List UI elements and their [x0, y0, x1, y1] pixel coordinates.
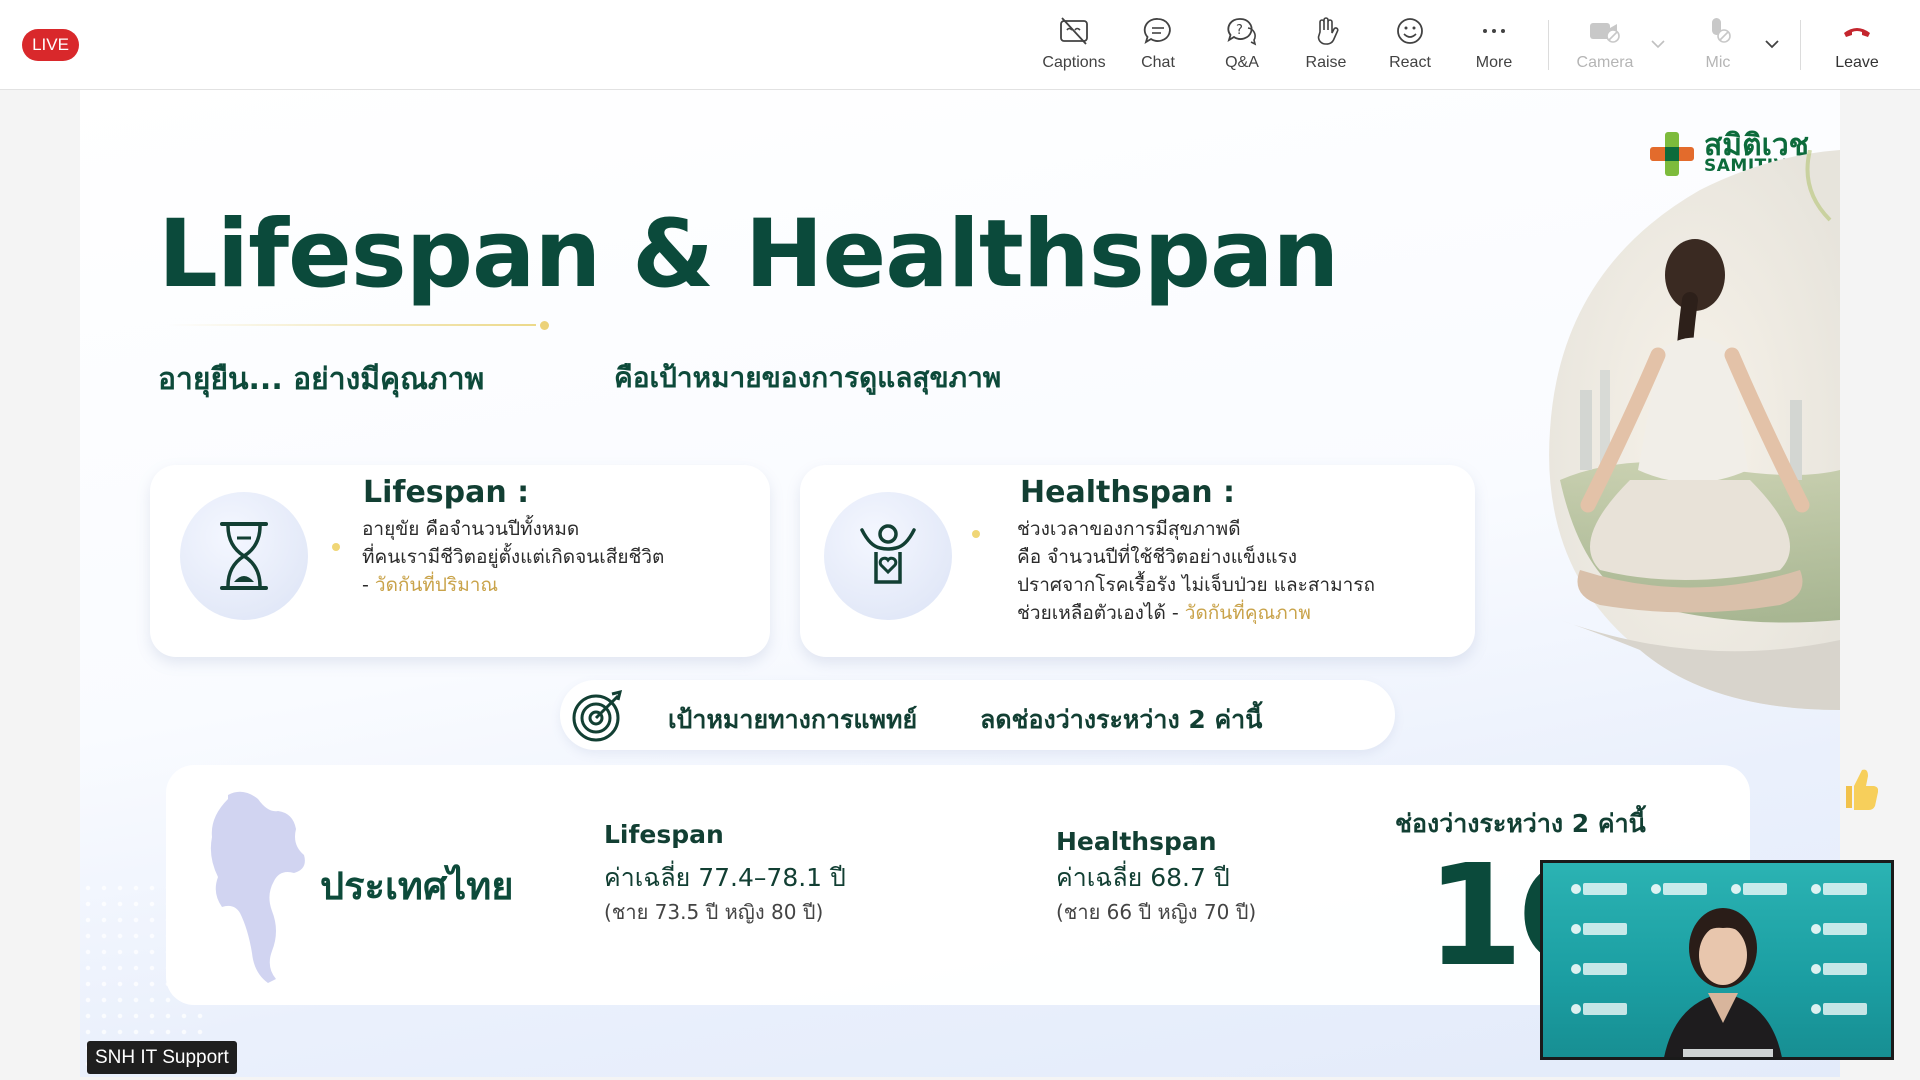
person-heart-icon [860, 524, 916, 584]
healthspan-card-dot [972, 530, 980, 538]
camera-label: Camera [1576, 54, 1634, 71]
lifespan-card-dot [332, 543, 340, 551]
lifespan-line-3: - วัดกันที่ปริมาณ [362, 571, 664, 599]
leave-label: Leave [1835, 54, 1879, 71]
captions-label: Captions [1042, 54, 1106, 71]
mic-button[interactable]: Mic [1676, 12, 1760, 82]
subtitle-right: คือเป้าหมายของการดูแลสุขภาพ [614, 361, 1002, 394]
subtitle-left: อายุยืน... อย่างมีคุณภาพ [158, 362, 485, 397]
slide-title: Lifespan & Healthspan [158, 200, 1339, 309]
thumbs-up-icon [1846, 769, 1878, 810]
raise-hand-icon [1317, 17, 1339, 45]
healthspan-line-4-prefix: ช่วยเหลือตัวเองได้ - [1017, 602, 1185, 624]
lifespan-icon-circle [180, 492, 308, 620]
leave-button[interactable]: Leave [1814, 12, 1900, 82]
more-label: More [1475, 54, 1513, 71]
healthspan-line-1: ช่วงเวลาของการมีสุขภาพดี [1017, 518, 1241, 540]
live-badge: LIVE [22, 29, 79, 61]
more-button[interactable]: More [1452, 12, 1536, 82]
meditating-woman-image [1549, 150, 1840, 710]
qa-label: Q&A [1225, 54, 1259, 71]
react-label: React [1389, 54, 1431, 71]
thai-healthspan-average: ค่าเฉลี่ย 68.7 ปี [1056, 863, 1230, 892]
chat-label: Chat [1141, 54, 1175, 71]
raise-label: Raise [1305, 54, 1347, 71]
leave-phone-icon [1844, 28, 1870, 37]
healthspan-line-4: ช่วยเหลือตัวเองได้ - วัดกันที่คุณภาพ [1017, 599, 1375, 627]
goal-label: เป้าหมายทางการแพทย์ [668, 705, 918, 734]
backdrop-logo [1811, 1003, 1867, 1015]
toolbar-divider [1548, 20, 1549, 70]
captions-off-icon [1060, 17, 1088, 45]
healthspan-heading: Healthspan : [1020, 475, 1236, 510]
goal-text: ลดช่องว่างระหว่าง 2 ค่านี้ [980, 705, 1263, 734]
qa-button[interactable]: ? Q&A [1200, 12, 1284, 82]
lifespan-heading: Lifespan : [363, 475, 530, 510]
speaker-video-tile[interactable] [1540, 860, 1894, 1060]
backdrop-logo [1571, 923, 1627, 935]
thai-healthspan-detail: (ชาย 66 ปี หญิง 70 ปี) [1056, 900, 1257, 924]
thai-lifespan-detail: (ชาย 73.5 ปี หญิง 80 ปี) [604, 900, 824, 924]
healthspan-line-2: คือ จำนวนปีที่ใช้ชีวิตอย่างแข็งแรง [1017, 546, 1297, 568]
camera-off-icon [1590, 23, 1620, 43]
svg-text:?: ? [1236, 23, 1243, 38]
lifespan-line-2: ที่คนเรามีชีวิตอยู่ตั้งแต่เกิดจนเสียชีวิ… [362, 546, 665, 568]
react-button[interactable]: React [1368, 12, 1452, 82]
captions-button[interactable]: Captions [1032, 12, 1116, 82]
chat-button[interactable]: Chat [1116, 12, 1200, 82]
camera-options-chevron-icon[interactable] [1648, 36, 1668, 52]
thailand-label: ประเทศไทย [320, 864, 514, 908]
react-icon [1397, 18, 1423, 44]
backdrop-logo [1811, 923, 1867, 935]
thailand-map-icon [210, 791, 305, 983]
speaker-person-image [1664, 908, 1782, 1057]
mic-off-icon [1712, 18, 1731, 43]
thai-lifespan-heading: Lifespan [604, 820, 724, 849]
thai-lifespan-average: ค่าเฉลี่ย 77.4–78.1 ปี [604, 863, 846, 892]
healthspan-icon-circle [824, 492, 952, 620]
hourglass-icon [220, 522, 268, 590]
backdrop-logo [1811, 963, 1867, 975]
raise-hand-button[interactable]: Raise [1284, 12, 1368, 82]
backdrop-logo [1811, 883, 1867, 895]
target-icon [572, 689, 623, 742]
lifespan-line-3-prefix: - [362, 574, 375, 596]
healthspan-description: ช่วงเวลาของการมีสุขภาพดี คือ จำนวนปีที่ใ… [1017, 515, 1375, 627]
chat-icon [1143, 18, 1171, 44]
mic-options-chevron-icon[interactable] [1762, 36, 1782, 52]
thai-healthspan-heading: Healthspan [1056, 827, 1217, 856]
lifespan-highlight: วัดกันที่ปริมาณ [374, 574, 499, 596]
podium-laptop [1683, 1049, 1773, 1057]
backdrop-logo [1571, 963, 1627, 975]
lifespan-line-1: อายุขัย คือจำนวนปีทั้งหมด [362, 518, 580, 540]
healthspan-highlight: วัดกันที่คุณภาพ [1184, 602, 1311, 624]
backdrop-logo [1571, 883, 1627, 895]
meeting-toolbar: LIVE Captions Chat ? Q&A Raise React Mor… [0, 0, 1920, 90]
camera-button[interactable]: Camera [1562, 12, 1648, 82]
toolbar-divider-2 [1800, 20, 1801, 70]
backdrop-logo [1571, 1003, 1627, 1015]
title-accent-dot [540, 321, 549, 330]
title-underline [168, 324, 536, 326]
mic-label: Mic [1705, 54, 1731, 71]
lifespan-description: อายุขัย คือจำนวนปีทั้งหมด ที่คนเรามีชีวิ… [362, 515, 664, 599]
more-icon [1483, 29, 1505, 33]
presenter-name-tag: SNH IT Support [87, 1041, 237, 1074]
qa-icon: ? [1227, 18, 1257, 46]
healthspan-line-3: ปราศจากโรคเรื้อรัง ไม่เจ็บป่วย และสามารถ [1017, 574, 1375, 596]
